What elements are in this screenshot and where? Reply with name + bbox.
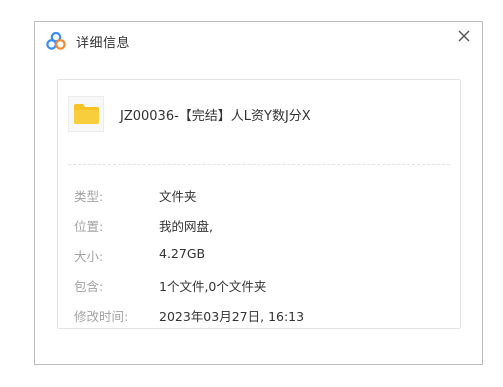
baidu-netdisk-logo-icon [46,31,66,50]
detail-value: 文件夹 [159,189,197,204]
detail-label: 位置: [74,219,104,234]
close-icon[interactable] [456,28,472,44]
detail-value: 2023年03月27日, 16:13 [159,309,305,324]
details-card: JZ00036-【完结】人L资Y数J分X 类型: 文件夹 位置: 我的网盘, 大… [57,79,461,329]
dialog-title: 详细信息 [76,36,131,51]
detail-value: 1个文件,0个文件夹 [159,279,267,294]
detail-label: 包含: [74,279,104,294]
detail-row-type: 类型: 文件夹 [58,186,460,206]
detail-row-modified: 修改时间: 2023年03月27日, 16:13 [58,306,460,326]
detail-label: 大小: [74,249,104,264]
detail-row-size: 大小: 4.27GB [58,246,460,266]
folder-icon [74,104,99,124]
detail-value: 4.27GB [159,246,206,261]
file-details-dialog: 详细信息 JZ00036-【完结】人L资Y数J分X 类型: 文件夹 位置: 我的… [34,21,483,365]
detail-row-contents: 包含: 1个文件,0个文件夹 [58,276,460,296]
divider [68,164,450,165]
detail-label: 修改时间: [74,309,129,324]
detail-label: 类型: [74,189,104,204]
file-name: JZ00036-【完结】人L资Y数J分X [120,109,311,124]
dialog-header: 详细信息 [35,22,482,60]
file-thumbnail [68,96,104,132]
detail-row-location: 位置: 我的网盘, [58,216,460,236]
detail-value: 我的网盘, [159,219,213,234]
